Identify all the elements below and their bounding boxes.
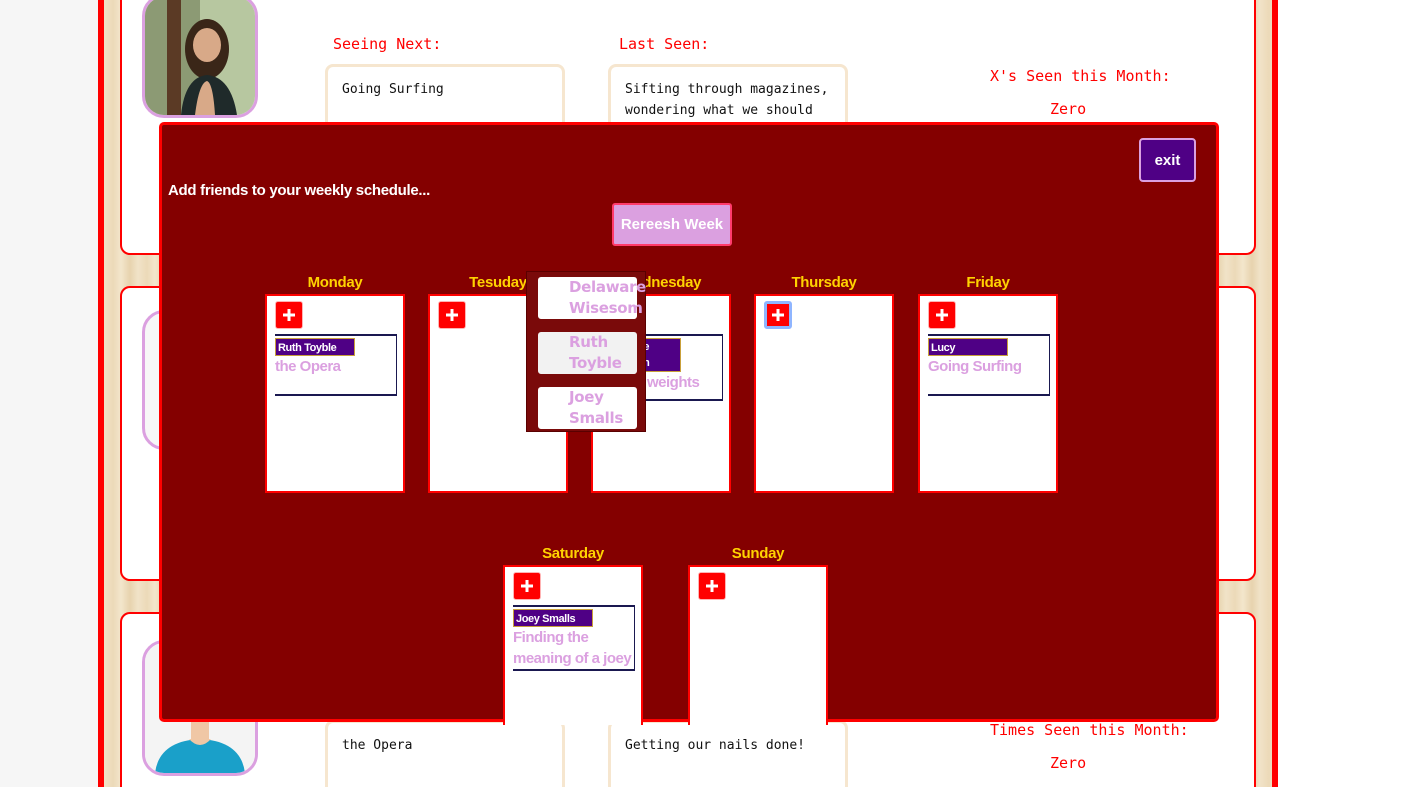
entry-friend-name: Ruth Toyble	[275, 338, 355, 356]
plus-icon	[521, 580, 533, 592]
seen-month-value: Zero	[1050, 100, 1087, 118]
add-friend-button[interactable]	[764, 301, 792, 329]
plus-icon	[936, 309, 948, 321]
schedule-entry[interactable]: Joey Smalls Finding the meaning of a joe…	[513, 605, 635, 671]
plus-icon	[772, 309, 784, 321]
day-column-friday: Friday Lucy Going Surfing	[918, 272, 1058, 493]
schedule-entry[interactable]: Ruth Toyble the Opera	[275, 334, 397, 396]
day-label: Saturday	[542, 545, 604, 562]
day-box	[688, 565, 828, 725]
weekly-schedule-modal: exit Add friends to your weekly schedule…	[159, 122, 1219, 725]
modal-title: Add friends to your weekly schedule...	[168, 182, 430, 199]
last-seen-value: Getting our nails done!	[625, 738, 806, 753]
friend-avatar	[142, 0, 258, 118]
day-label: Thursday	[791, 274, 857, 291]
day-box	[754, 294, 894, 493]
add-friend-button[interactable]	[513, 572, 541, 600]
add-friend-button[interactable]	[438, 301, 466, 329]
last-seen-box: Getting our nails done!	[608, 720, 848, 787]
day-column-thursday: Thursday	[754, 272, 894, 493]
seen-month-value: Zero	[1050, 754, 1087, 772]
dropdown-option[interactable]: Ruth Toyble	[538, 332, 637, 374]
add-friend-button[interactable]	[928, 301, 956, 329]
plus-icon	[446, 309, 458, 321]
dropdown-option[interactable]: Delaware Wisesom	[538, 277, 646, 319]
add-friend-button[interactable]	[698, 572, 726, 600]
seen-month-label: X's Seen this Month:	[990, 67, 1171, 85]
right-margin	[1278, 0, 1404, 787]
dropdown-option[interactable]: Joey Smalls	[538, 387, 637, 429]
plus-icon	[706, 580, 718, 592]
plus-icon	[283, 309, 295, 321]
day-box: Lucy Going Surfing	[918, 294, 1058, 493]
entry-friend-name: Lucy	[928, 338, 1008, 356]
day-label: Monday	[307, 274, 363, 291]
entry-activity: Going Surfing	[928, 358, 1022, 375]
day-column-sunday: Sunday	[688, 543, 828, 725]
seeing-next-box: the Opera	[325, 720, 565, 787]
last-seen-label: Last Seen:	[619, 35, 710, 53]
friend-dropdown: Delaware Wisesom Ruth Toyble Joey Smalls	[526, 271, 646, 432]
day-column-saturday: Saturday Joey Smalls Finding the meaning…	[503, 543, 643, 725]
refresh-week-button[interactable]: Rereesh Week	[612, 203, 732, 246]
last-seen-value: Sifting through magazines, wondering wha…	[625, 82, 829, 118]
exit-button[interactable]: exit	[1139, 138, 1196, 182]
day-label: Friday	[966, 274, 1010, 291]
entry-activity: the Opera	[275, 358, 341, 375]
seen-month-label: Times Seen this Month:	[990, 721, 1189, 739]
entry-activity: Finding the meaning of a joey	[513, 629, 632, 667]
day-label: Sunday	[731, 545, 785, 562]
day-box: Joey Smalls Finding the meaning of a joe…	[503, 565, 643, 725]
entry-friend-name: Joey Smalls	[513, 609, 593, 627]
left-margin	[0, 0, 98, 787]
seeing-next-value: Going Surfing	[342, 82, 444, 97]
schedule-entry[interactable]: Lucy Going Surfing	[928, 334, 1050, 396]
seeing-next-value: the Opera	[342, 738, 413, 753]
add-friend-button[interactable]	[275, 301, 303, 329]
day-column-monday: Monday Ruth Toyble the Opera	[265, 272, 405, 493]
seeing-next-label: Seeing Next:	[333, 35, 442, 53]
day-box: Ruth Toyble the Opera	[265, 294, 405, 493]
